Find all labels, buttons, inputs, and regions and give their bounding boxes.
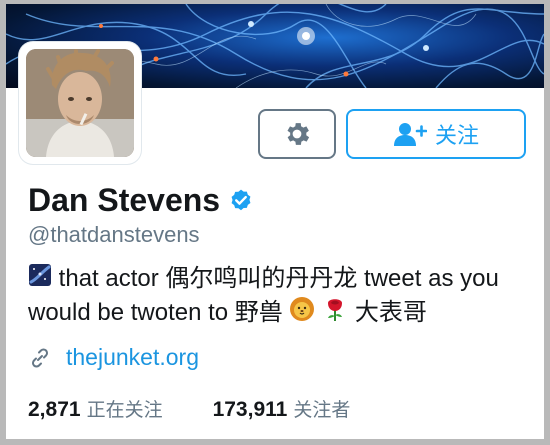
profile-handle: @thatdanstevens [28, 222, 200, 247]
profile-card: 关注 Dan Stevens @thatdanstevens that acto… [6, 4, 544, 439]
rose-emoji-icon [322, 296, 348, 331]
profile-name-row: Dan Stevens [28, 182, 254, 219]
followers-label[interactable]: 关注者 [293, 395, 350, 422]
profile-name: Dan Stevens [28, 182, 221, 218]
gear-icon [287, 123, 310, 145]
link-icon [31, 347, 49, 368]
bio-text-tail: 大表哥 [354, 299, 427, 327]
galaxy-emoji-icon [28, 263, 52, 296]
add-user-icon [393, 123, 427, 146]
following-label[interactable]: 正在关注 [87, 395, 163, 422]
followers-count[interactable]: 173,911 [213, 398, 288, 422]
avatar[interactable] [26, 49, 134, 157]
following-count[interactable]: 2,871 [28, 398, 81, 422]
bio-text-main: that actor 偶尔鸣叫的丹丹龙 tweet as you would b… [28, 265, 499, 327]
avatar-frame[interactable] [19, 42, 141, 164]
profile-bio: that actor 偶尔鸣叫的丹丹龙 tweet as you would b… [28, 262, 528, 331]
website-row: thejunket.org [28, 344, 199, 371]
follow-button[interactable]: 关注 [346, 109, 526, 159]
profile-stats: 2,871 正在关注 173,911 关注者 [28, 395, 350, 422]
avatar-portrait [26, 49, 134, 157]
follow-button-label: 关注 [434, 123, 479, 148]
lion-emoji-icon [289, 296, 315, 331]
verified-badge-icon [228, 188, 254, 214]
website-link[interactable]: thejunket.org [66, 344, 199, 371]
settings-button[interactable] [258, 109, 336, 159]
